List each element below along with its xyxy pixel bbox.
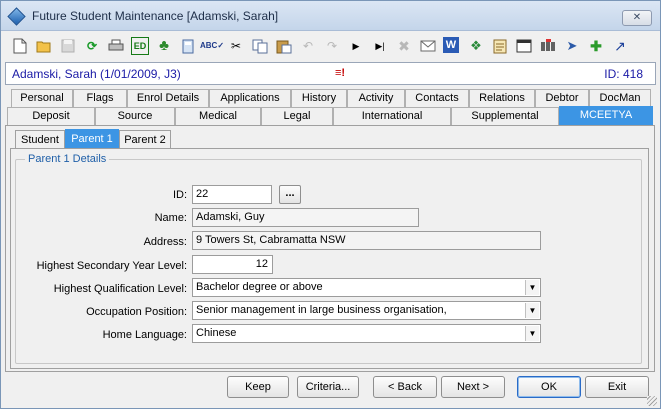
- secondary-year-field[interactable]: 12: [192, 255, 273, 274]
- occupation-select[interactable]: Senior management in large business orga…: [192, 301, 541, 320]
- title-bar[interactable]: Future Student Maintenance [Adamski, Sar…: [1, 1, 660, 31]
- occupation-label: Occupation Position:: [86, 306, 187, 318]
- tab-contacts[interactable]: Contacts: [405, 89, 469, 107]
- student-id: ID: 418: [604, 67, 643, 81]
- tab-international[interactable]: International: [333, 107, 451, 125]
- cut-icon[interactable]: ✂: [227, 37, 245, 55]
- barcode-icon[interactable]: [539, 37, 557, 55]
- spellcheck-icon[interactable]: ABC✓: [200, 37, 224, 55]
- id-label: ID:: [172, 189, 187, 201]
- word-icon[interactable]: W: [443, 37, 459, 53]
- undo-icon[interactable]: ↶: [299, 37, 317, 55]
- chevron-down-icon[interactable]: ▼: [525, 326, 539, 341]
- home-language-value: Chinese: [196, 327, 237, 339]
- back-button[interactable]: < Back: [373, 376, 437, 398]
- subtab-parent-1[interactable]: Parent 1: [65, 129, 119, 149]
- tab-mceetya[interactable]: MCEETYA: [559, 106, 653, 126]
- toolbar: ⟳ ED ♣ ABC✓ ✂ ↶ ↷ ▶ ▶| ✖ W ❖ ➤ ✚ ↗: [5, 32, 657, 60]
- open-icon[interactable]: [35, 37, 53, 55]
- tab-relations[interactable]: Relations: [469, 89, 535, 107]
- new-icon[interactable]: [11, 37, 29, 55]
- paste-icon[interactable]: [275, 37, 293, 55]
- address-field[interactable]: 9 Towers St, Cabramatta NSW: [192, 231, 541, 250]
- keep-button[interactable]: Keep: [227, 376, 289, 398]
- criteria-button[interactable]: Criteria...: [297, 376, 359, 398]
- exit-button[interactable]: Exit: [585, 376, 649, 398]
- tab-history[interactable]: History: [291, 89, 347, 107]
- tag-icon[interactable]: ➤: [563, 37, 581, 55]
- tab-applications[interactable]: Applications: [209, 89, 291, 107]
- copy-icon[interactable]: [251, 37, 269, 55]
- student-name: Adamski, Sarah (1/01/2009, J3): [12, 67, 181, 81]
- home-language-label: Home Language:: [102, 329, 187, 341]
- chevron-down-icon[interactable]: ▼: [525, 303, 539, 318]
- address-label: Address:: [143, 236, 187, 248]
- add-note-icon[interactable]: ✚: [587, 37, 605, 55]
- refresh-icon[interactable]: ⟳: [83, 37, 101, 55]
- tab-medical[interactable]: Medical: [175, 107, 261, 125]
- excel-icon[interactable]: ❖: [467, 37, 485, 55]
- subtab-parent-2[interactable]: Parent 2: [119, 130, 171, 149]
- tab-supplemental[interactable]: Supplemental: [451, 107, 559, 125]
- qualification-select[interactable]: Bachelor degree or above ▼: [192, 278, 541, 297]
- edit-icon[interactable]: ED: [131, 37, 149, 55]
- mail-icon[interactable]: [419, 37, 437, 55]
- tab-personal[interactable]: Personal: [11, 89, 73, 107]
- qualification-label: Highest Qualification Level:: [53, 283, 187, 295]
- delete-icon[interactable]: ✖: [395, 37, 413, 55]
- tab-flags[interactable]: Flags: [73, 89, 127, 107]
- home-language-select[interactable]: Chinese ▼: [192, 324, 541, 343]
- print-icon[interactable]: [107, 37, 125, 55]
- id-field[interactable]: 22: [192, 185, 272, 204]
- qualification-value: Bachelor degree or above: [196, 281, 323, 293]
- student-header: Adamski, Sarah (1/01/2009, J3) ≡! ID: 41…: [5, 62, 656, 85]
- future-student-maintenance-window: Future Student Maintenance [Adamski, Sar…: [0, 0, 661, 409]
- last-record-icon[interactable]: ▶|: [371, 37, 389, 55]
- resize-grip[interactable]: [647, 396, 657, 406]
- tab-activity[interactable]: Activity: [347, 89, 405, 107]
- redo-icon[interactable]: ↷: [323, 37, 341, 55]
- tab-docman[interactable]: DocMan: [589, 89, 651, 107]
- save-icon[interactable]: [59, 37, 77, 55]
- ok-button[interactable]: OK: [517, 376, 581, 398]
- secondary-year-label: Highest Secondary Year Level:: [36, 260, 187, 272]
- tab-debtor[interactable]: Debtor: [535, 89, 589, 107]
- occupation-value: Senior management in large business orga…: [196, 304, 447, 316]
- subtab-student[interactable]: Student: [15, 130, 65, 149]
- chevron-down-icon[interactable]: ▼: [525, 280, 539, 295]
- alert-icon[interactable]: ≡!: [335, 67, 349, 81]
- tree-icon[interactable]: ♣: [155, 37, 173, 55]
- next-record-icon[interactable]: ▶: [347, 37, 365, 55]
- close-button[interactable]: ✕: [622, 10, 652, 26]
- id-lookup-button[interactable]: ...: [279, 185, 301, 204]
- notes-icon[interactable]: [491, 37, 509, 55]
- calculator-icon[interactable]: [179, 37, 197, 55]
- wand-icon[interactable]: ↗: [611, 37, 629, 55]
- tab-enrol-details[interactable]: Enrol Details: [127, 89, 209, 107]
- app-icon: [7, 7, 26, 26]
- tab-legal[interactable]: Legal: [261, 107, 333, 125]
- tab-deposit[interactable]: Deposit: [7, 107, 95, 125]
- next-button[interactable]: Next >: [441, 376, 505, 398]
- group-title: Parent 1 Details: [25, 153, 110, 165]
- tab-source[interactable]: Source: [95, 107, 175, 125]
- name-label: Name:: [154, 212, 187, 224]
- window-title: Future Student Maintenance [Adamski, Sar…: [32, 9, 279, 23]
- calendar-icon[interactable]: [515, 37, 533, 55]
- name-field[interactable]: Adamski, Guy: [192, 208, 419, 227]
